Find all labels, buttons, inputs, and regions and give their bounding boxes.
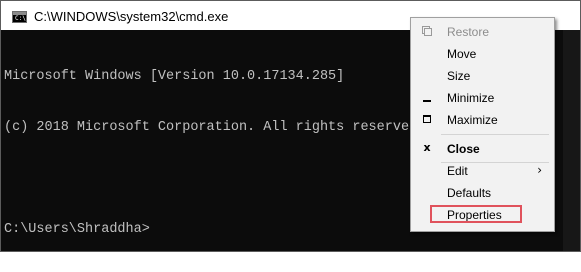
properties-highlight-box <box>430 205 522 223</box>
menu-item-move[interactable]: Move <box>413 43 552 65</box>
console-icon[interactable]: C:\ <box>12 11 27 23</box>
menu-item-maximize[interactable]: Maximize <box>413 109 552 131</box>
menu-item-label: Move <box>447 47 477 61</box>
menu-item-label: Defaults <box>447 186 492 200</box>
window-title: C:\WINDOWS\system32\cmd.exe <box>34 9 229 24</box>
menu-item-minimize[interactable]: Minimize <box>413 87 552 109</box>
minimize-icon <box>421 91 433 103</box>
system-context-menu: Restore Move Size Minimize Maximize x Cl… <box>410 17 555 232</box>
console-icon-prompt: C:\ <box>15 15 26 22</box>
menu-item-label: Size <box>447 69 471 83</box>
restore-icon-front <box>424 28 432 36</box>
menu-item-label: Maximize <box>447 113 498 127</box>
menu-item-defaults[interactable]: Defaults <box>413 182 552 204</box>
menu-item-close[interactable]: x Close <box>413 138 552 160</box>
menu-separator <box>441 134 549 135</box>
chevron-right-icon: › <box>537 163 542 177</box>
maximize-icon <box>421 113 433 125</box>
menu-item-label: Restore <box>447 25 490 39</box>
menu-item-size[interactable]: Size <box>413 65 552 87</box>
menu-item-edit[interactable]: Edit › <box>413 160 552 182</box>
close-icon: x <box>423 141 431 154</box>
restore-icon <box>421 25 433 37</box>
menu-item-label: Close <box>447 142 480 156</box>
minimize-icon-bar <box>423 100 431 102</box>
maximize-icon-box <box>423 115 431 123</box>
vertical-scrollbar[interactable] <box>563 30 580 251</box>
menu-item-label: Minimize <box>447 91 495 105</box>
menu-item-restore[interactable]: Restore <box>413 21 552 43</box>
menu-item-label: Edit <box>447 164 468 178</box>
